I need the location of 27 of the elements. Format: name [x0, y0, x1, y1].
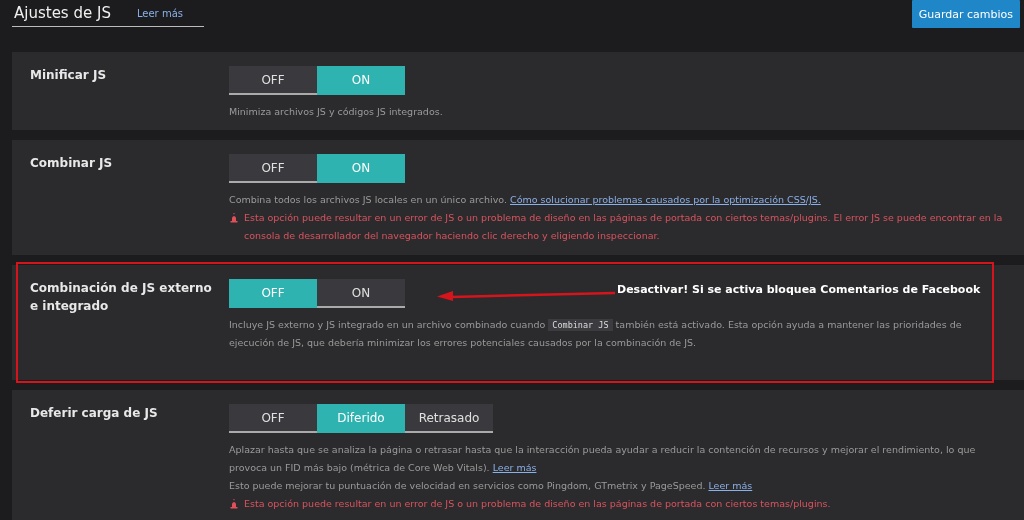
page-title: Ajustes de JS [14, 4, 111, 22]
help-link[interactable]: Leer más [492, 462, 537, 473]
setting-label: Combinar JS [30, 155, 114, 172]
setting-description: Combina todos los archivos JS locales en un único archivo. Cómo solucionar problemas causados por la optimización CSS/JS. [229, 193, 822, 207]
toggle-option[interactable]: OFF [229, 404, 317, 433]
read-more-link[interactable]: Leer más [136, 7, 183, 19]
annotation-text: Desactivar! Si se activa bloquea Comentarios de Facebook [617, 283, 981, 296]
setting-label: Minificar JS [30, 67, 108, 84]
toggle-option[interactable]: OFF [229, 154, 317, 183]
save-button[interactable]: Guardar cambios [911, 0, 1020, 28]
alarm-icon [229, 213, 239, 223]
warning-text: Esta opción puede resultar en un error de JS o un problema de diseño en las páginas de portada con ciertos temas/plugins. El error JS se puede encontrar en la consola de desarrollador del navegador haciendo clic derecho y eligiendo inspeccionar. [244, 211, 1004, 243]
setting-description: Incluye JS externo y JS integrado en un archivo combinado cuando Combinar JS también está activado. Esta opción ayuda a mantener las prioridades de ejecución de JS, que debería minimizar los errores potenciales causados por la combinación de JS. [229, 318, 963, 350]
toggle-option[interactable]: Retrasado [405, 404, 493, 433]
arrow-icon [437, 289, 617, 301]
setting-description: Minimiza archivos JS y códigos JS integrados. [229, 105, 444, 119]
inline-code: Combinar JS [548, 319, 613, 331]
setting-label: Combinación de JS externo e integrado [30, 280, 213, 315]
alarm-icon [229, 499, 239, 509]
help-link[interactable]: Leer más [708, 480, 753, 491]
help-link[interactable]: Cómo solucionar problemas causados por la optimización CSS/JS. [510, 194, 821, 205]
toggle-option[interactable]: OFF [229, 66, 317, 95]
warning-text: Esta opción puede resultar en un error de JS o un problema de diseño en las páginas de portada con ciertos temas/plugins. [244, 497, 831, 511]
setting-label: Deferir carga de JS [30, 405, 159, 422]
setting-description: Aplazar hasta que se analiza la página o retrasar hasta que la interacción pueda ayudar a reducir la contención de recursos y mejorar el rendimiento, lo que provoca un FID más bajo (métrica de Core Web Vitals). Leer más [229, 443, 977, 475]
toggle-option[interactable]: ON [317, 279, 405, 308]
setting-description: Esto puede mejorar tu puntuación de velocidad en servicios como Pingdom, GTmetrix y PageSpeed. Leer más [229, 479, 754, 493]
